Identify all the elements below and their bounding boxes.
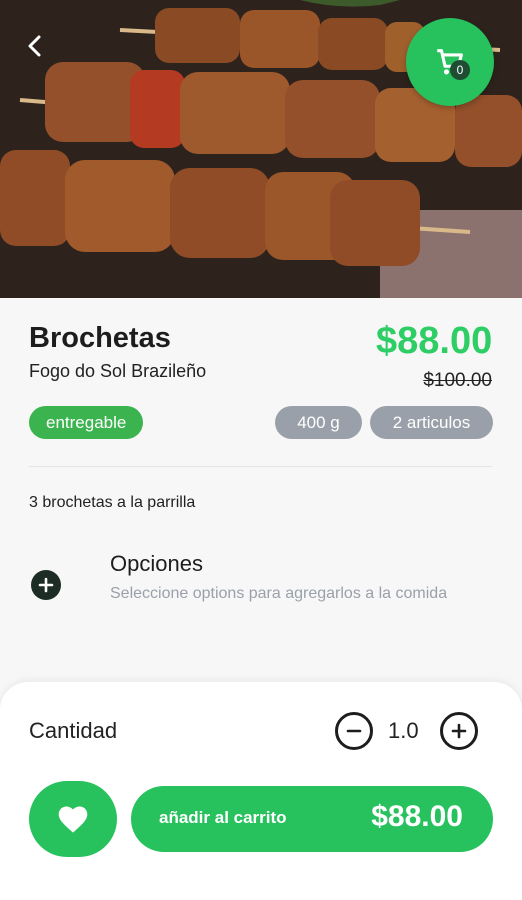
decrease-quantity-button[interactable]	[335, 712, 373, 750]
cart-button[interactable]	[406, 18, 494, 106]
plus-icon	[38, 577, 54, 593]
back-button[interactable]	[22, 32, 58, 68]
product-price: $88.00	[376, 320, 492, 362]
cart-count-badge: 0	[450, 60, 470, 80]
original-price: $100.00	[423, 370, 492, 391]
plus-icon	[451, 723, 467, 739]
weight-badge: 400 g	[275, 406, 362, 439]
favorite-button[interactable]	[29, 781, 117, 857]
product-title: Brochetas	[29, 322, 171, 354]
minus-icon	[346, 729, 362, 733]
add-to-cart-button[interactable]: añadir al carrito $88.00	[131, 786, 493, 852]
items-badge: 2 articulos	[370, 406, 493, 439]
increase-quantity-button[interactable]	[440, 712, 478, 750]
options-subtitle: Seleccione options para agregarlos a la …	[110, 585, 448, 602]
add-options-button[interactable]	[31, 570, 61, 600]
product-description: 3 brochetas a la parrilla	[29, 494, 196, 511]
quantity-value: 1.0	[388, 718, 419, 743]
arrow-left-icon	[28, 35, 41, 57]
quantity-label: Cantidad	[29, 718, 118, 743]
add-to-cart-price: $88.00	[371, 800, 463, 833]
product-info: Brochetas Fogo do Sol Brazileño $88.00 $…	[0, 298, 522, 688]
deliverable-badge: entregable	[29, 406, 144, 439]
bottom-panel: Cantidad 1.0 añadir al carrito $88.00	[0, 682, 522, 900]
add-to-cart-label: añadir al carrito	[159, 808, 287, 827]
heart-icon	[58, 806, 88, 833]
options-title: Opciones	[110, 551, 203, 576]
restaurant-name: Fogo do Sol Brazileño	[29, 361, 207, 381]
divider	[29, 466, 492, 467]
